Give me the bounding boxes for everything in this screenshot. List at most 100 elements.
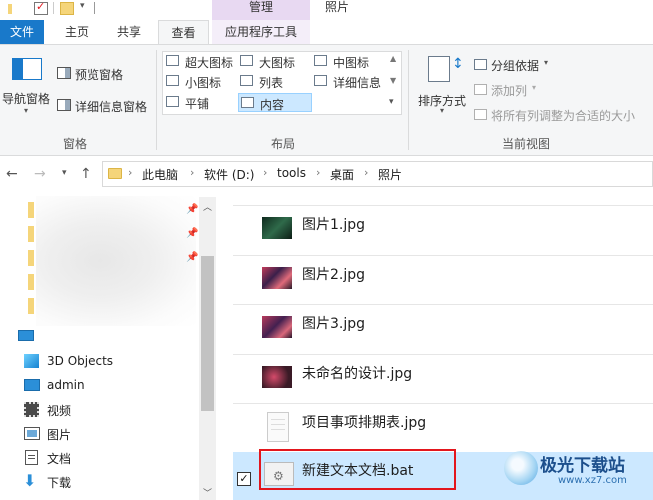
layout-large-icons[interactable]: 大图标 xyxy=(240,53,312,70)
scroll-down-icon[interactable]: ﹀ xyxy=(203,486,212,499)
scroll-up-icon[interactable]: ︿ xyxy=(203,200,212,213)
pin-icon[interactable]: 📌 xyxy=(186,252,198,263)
watermark-logo-icon xyxy=(504,451,538,485)
tab-home[interactable]: 主页 xyxy=(56,20,98,44)
layout-scroll-up-icon[interactable]: ▲ xyxy=(390,54,396,63)
nav-pane-scroll-thumb[interactable] xyxy=(201,256,214,411)
pin-icon[interactable]: 📌 xyxy=(186,228,198,239)
tab-view[interactable]: 查看 xyxy=(158,20,209,45)
file-name: 图片2.jpg xyxy=(302,267,366,283)
file-row[interactable]: 图片3.jpg xyxy=(233,305,653,353)
add-columns-dropdown-icon: ▾ xyxy=(532,83,537,92)
tab-app-tools[interactable]: 应用程序工具 xyxy=(212,20,310,44)
sort-by-button[interactable]: ↕ 排序方式 ▾ xyxy=(414,52,470,118)
layout-small-icons[interactable]: 小图标 xyxy=(166,73,238,90)
layout-expand-icon[interactable]: ▾ xyxy=(389,97,394,107)
new-folder-icon[interactable] xyxy=(60,2,74,15)
small-icons-icon xyxy=(166,75,179,86)
qa-separator-icon xyxy=(94,2,95,14)
nav-pane-button[interactable]: 导航窗格 ▾ xyxy=(2,52,52,118)
layout-content[interactable]: 内容 xyxy=(238,93,312,112)
this-pc-icon[interactable] xyxy=(18,330,34,341)
nav-item-admin[interactable]: admin xyxy=(18,376,198,396)
quick-access-folder-icon[interactable] xyxy=(28,250,34,266)
nav-item-pictures[interactable]: 图片 xyxy=(18,424,198,444)
sort-by-dropdown-icon: ▾ xyxy=(440,106,445,115)
tab-file[interactable]: 文件 xyxy=(0,20,44,44)
breadcrumb-tools[interactable]: tools xyxy=(277,166,306,180)
breadcrumb-chevron-icon[interactable]: › xyxy=(128,166,132,179)
layout-extra-large-icons[interactable]: 超大图标 xyxy=(166,53,238,70)
ribbon-separator xyxy=(408,50,409,150)
up-arrow-icon[interactable]: ↑ xyxy=(80,166,92,182)
layout-item-label: 小图标 xyxy=(185,76,222,90)
image-thumbnail-icon xyxy=(262,366,292,388)
separator-icon xyxy=(53,2,54,14)
layout-medium-icons[interactable]: 中图标 xyxy=(314,53,386,70)
details-pane-button[interactable]: 详细信息窗格 xyxy=(57,97,157,115)
nav-item-label: 文档 xyxy=(47,452,72,466)
layout-details[interactable]: 详细信息 xyxy=(314,73,386,90)
address-folder-icon xyxy=(108,168,122,179)
file-row[interactable]: 未命名的设计.jpg xyxy=(233,355,653,403)
quick-access-folder-icon[interactable] xyxy=(28,226,34,242)
layout-tiles[interactable]: 平铺 xyxy=(166,94,238,111)
tab-share[interactable]: 共享 xyxy=(108,20,150,44)
file-row[interactable]: 图片1.jpg xyxy=(233,206,653,254)
sort-by-icon xyxy=(428,56,450,82)
layout-item-label: 大图标 xyxy=(259,56,296,70)
group-by-button[interactable]: 分组依据 ▾ xyxy=(474,56,564,74)
breadcrumb-desktop[interactable]: 桌面 xyxy=(330,166,354,183)
nav-pane-label: 导航窗格 xyxy=(2,92,51,106)
nav-item-videos[interactable]: 视频 xyxy=(18,400,198,420)
selection-checkbox[interactable]: ✓ xyxy=(237,472,251,486)
watermark-url: www.xz7.com xyxy=(558,475,627,486)
forward-arrow-icon[interactable]: → xyxy=(34,166,46,182)
blurred-region xyxy=(36,196,196,326)
sort-arrow-icon: ↕ xyxy=(452,56,464,72)
breadcrumb-photos[interactable]: 照片 xyxy=(378,166,402,183)
window-title: 照片 xyxy=(325,0,350,14)
nav-item-3d-objects[interactable]: 3D Objects xyxy=(18,352,198,372)
breadcrumb-chevron-icon[interactable]: › xyxy=(316,166,320,179)
add-columns-button[interactable]: 添加列 ▾ xyxy=(474,81,564,99)
image-thumbnail-icon xyxy=(262,316,292,338)
quick-access-folder-icon[interactable] xyxy=(28,274,34,290)
document-thumbnail-icon xyxy=(267,412,289,442)
nav-item-label: 视频 xyxy=(47,404,72,418)
quick-access-folder-icon[interactable] xyxy=(28,298,34,314)
image-thumbnail-icon xyxy=(262,217,292,239)
details-pane-icon xyxy=(57,99,71,111)
nav-item-documents[interactable]: 文档 xyxy=(18,448,198,468)
pictures-icon xyxy=(24,427,40,440)
group-label-panes: 窗格 xyxy=(62,137,87,151)
layout-item-label: 超大图标 xyxy=(185,56,234,70)
size-columns-button[interactable]: 将所有列调整为合适的大小 xyxy=(474,106,644,124)
image-thumbnail-icon xyxy=(262,267,292,289)
layout-item-label: 详细信息 xyxy=(333,76,382,90)
preview-pane-button[interactable]: 预览窗格 xyxy=(57,65,157,83)
layout-list[interactable]: 列表 xyxy=(240,73,312,90)
watermark-text: 极光下载站 xyxy=(540,456,625,476)
group-by-icon xyxy=(474,59,487,70)
details-icon xyxy=(314,75,327,86)
download-icon: ⬇ xyxy=(23,471,37,490)
back-arrow-icon[interactable]: ← xyxy=(6,166,18,182)
breadcrumb-drive-d[interactable]: 软件 (D:) xyxy=(204,166,254,183)
breadcrumb-chevron-icon[interactable]: › xyxy=(263,166,267,179)
layout-item-label: 中图标 xyxy=(333,56,370,70)
file-row[interactable]: 图片2.jpg xyxy=(233,256,653,304)
nav-item-downloads[interactable]: ⬇ 下载 xyxy=(18,472,198,492)
breadcrumb-chevron-icon[interactable]: › xyxy=(190,166,194,179)
quick-access-folder-icon[interactable] xyxy=(28,202,34,218)
content-icon xyxy=(241,97,254,108)
recent-dropdown-icon[interactable]: ▾ xyxy=(62,168,67,178)
breadcrumb-this-pc[interactable]: 此电脑 xyxy=(142,166,178,183)
layout-scroll-down-icon[interactable]: ▼ xyxy=(390,76,396,85)
pin-icon[interactable]: 📌 xyxy=(186,204,198,215)
folder-icon xyxy=(8,4,12,14)
nav-item-label: 3D Objects xyxy=(47,354,114,368)
breadcrumb-chevron-icon[interactable]: › xyxy=(364,166,368,179)
qa-dropdown-icon[interactable]: ▾ xyxy=(80,1,85,11)
properties-checkbox-icon[interactable]: ✓ xyxy=(34,0,48,15)
